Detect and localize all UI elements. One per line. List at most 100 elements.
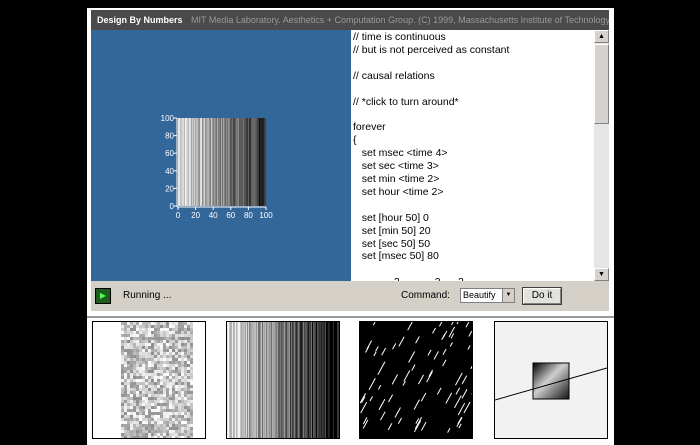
noise-cell	[157, 379, 160, 382]
noise-cell	[124, 430, 127, 433]
graph-stripe	[246, 118, 247, 206]
graph-stripe	[265, 118, 266, 206]
noise-cell	[175, 436, 178, 438]
noise-cell	[163, 355, 166, 358]
noise-cell	[151, 394, 154, 397]
noise-cell	[136, 400, 139, 403]
noise-cell	[163, 370, 166, 373]
noise-cell	[181, 358, 184, 361]
noise-cell	[184, 406, 187, 409]
noise-cell	[157, 337, 160, 340]
noise-cell	[181, 430, 184, 433]
noise-cell	[163, 334, 166, 337]
noise-cell	[187, 352, 190, 355]
graph-stripe	[196, 118, 197, 206]
noise-cell	[163, 430, 166, 433]
stripe	[297, 322, 298, 438]
noise-cell	[136, 394, 139, 397]
scroll-thumb[interactable]	[594, 44, 609, 124]
noise-cell	[187, 397, 190, 400]
noise-cell	[148, 400, 151, 403]
stripe	[232, 322, 233, 438]
editor-scrollbar[interactable]: ▲ ▼	[594, 30, 609, 281]
noise-cell	[187, 349, 190, 352]
thumbnail-rotating-square[interactable]	[494, 321, 608, 439]
graph-stripe	[187, 118, 188, 206]
noise-cell	[163, 364, 166, 367]
chevron-down-icon[interactable]: ▼	[502, 289, 514, 302]
noise-cell	[172, 391, 175, 394]
noise-cell	[133, 382, 136, 385]
do-it-button[interactable]: Do it	[522, 287, 562, 305]
noise-cell	[124, 409, 127, 412]
drawing-canvas[interactable]: 100 80 60 40 20 0 0 20 40 60 80 100	[91, 30, 351, 281]
thumbnail-noise-pattern[interactable]	[92, 321, 206, 439]
noise-cell	[157, 328, 160, 331]
noise-cell	[184, 343, 187, 346]
noise-cell	[136, 427, 139, 430]
noise-cell	[148, 385, 151, 388]
graph-stripe	[197, 118, 198, 206]
noise-cell	[124, 361, 127, 364]
noise-cell	[181, 352, 184, 355]
status-text: Running ...	[123, 290, 172, 301]
graph-stripe	[217, 118, 218, 206]
noise-cell	[181, 406, 184, 409]
thumbnail-vertical-stripes[interactable]	[226, 321, 340, 439]
noise-cell	[181, 364, 184, 367]
noise-cell	[154, 433, 157, 436]
noise-cell	[190, 406, 193, 409]
noise-cell	[187, 391, 190, 394]
code-editor[interactable]: // time is continuous// but is not perce…	[351, 30, 594, 281]
noise-cell	[169, 418, 172, 421]
noise-cell	[178, 322, 181, 325]
noise-cell	[163, 328, 166, 331]
noise-cell	[166, 388, 169, 391]
noise-cell	[145, 415, 148, 418]
noise-cell	[121, 409, 124, 412]
noise-cell	[163, 379, 166, 382]
y-tick-label: 60	[165, 149, 174, 158]
graph-stripe	[183, 118, 184, 206]
noise-cell	[154, 322, 157, 325]
noise-cell	[148, 394, 151, 397]
scroll-down-icon[interactable]: ▼	[594, 268, 609, 281]
noise-cell	[172, 418, 175, 421]
graph-stripe	[213, 118, 214, 206]
noise-cell	[133, 418, 136, 421]
noise-cell	[166, 325, 169, 328]
noise-cell	[181, 349, 184, 352]
graph-stripe	[212, 118, 213, 206]
noise-cell	[154, 436, 157, 438]
y-tick-label: 0	[170, 202, 175, 211]
command-select[interactable]: Beautify ▼	[460, 288, 515, 303]
noise-cell	[127, 331, 130, 334]
code-text[interactable]: // time is continuous// but is not perce…	[351, 30, 594, 281]
thumbnail-diagonal-lines[interactable]	[359, 321, 473, 439]
noise-cell	[145, 349, 148, 352]
noise-cell	[148, 325, 151, 328]
noise-cell	[139, 382, 142, 385]
stripe	[305, 322, 306, 438]
noise-cell	[166, 403, 169, 406]
noise-cell	[127, 340, 130, 343]
stripe	[308, 322, 309, 438]
noise-cell	[163, 406, 166, 409]
play-icon[interactable]: ▶	[95, 288, 111, 304]
noise-cell	[139, 367, 142, 370]
scroll-up-icon[interactable]: ▲	[594, 30, 609, 43]
graph-stripe	[200, 118, 201, 206]
noise-cell	[154, 412, 157, 415]
stripe	[256, 322, 257, 438]
noise-cell	[181, 355, 184, 358]
noise-cell	[124, 355, 127, 358]
noise-cell	[154, 361, 157, 364]
noise-cell	[136, 367, 139, 370]
noise-cell	[178, 430, 181, 433]
noise-cell	[166, 343, 169, 346]
stripe	[259, 322, 260, 438]
noise-cell	[121, 352, 124, 355]
y-tick-label: 80	[165, 132, 174, 141]
noise-cell	[175, 391, 178, 394]
noise-cell	[127, 352, 130, 355]
